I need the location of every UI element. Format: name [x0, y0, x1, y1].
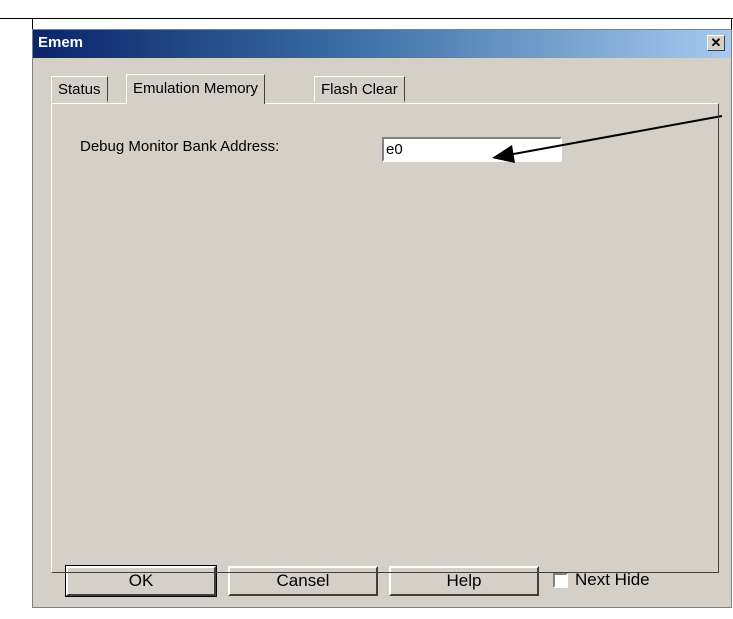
emem-dialog: Emem ✕ Status Emulation Memory Flash Cle…: [32, 29, 732, 608]
tab-panel: [51, 103, 719, 573]
tab-emulation-memory[interactable]: Emulation Memory: [126, 74, 266, 104]
tab-emulation-memory-label: Emulation Memory: [133, 80, 259, 97]
